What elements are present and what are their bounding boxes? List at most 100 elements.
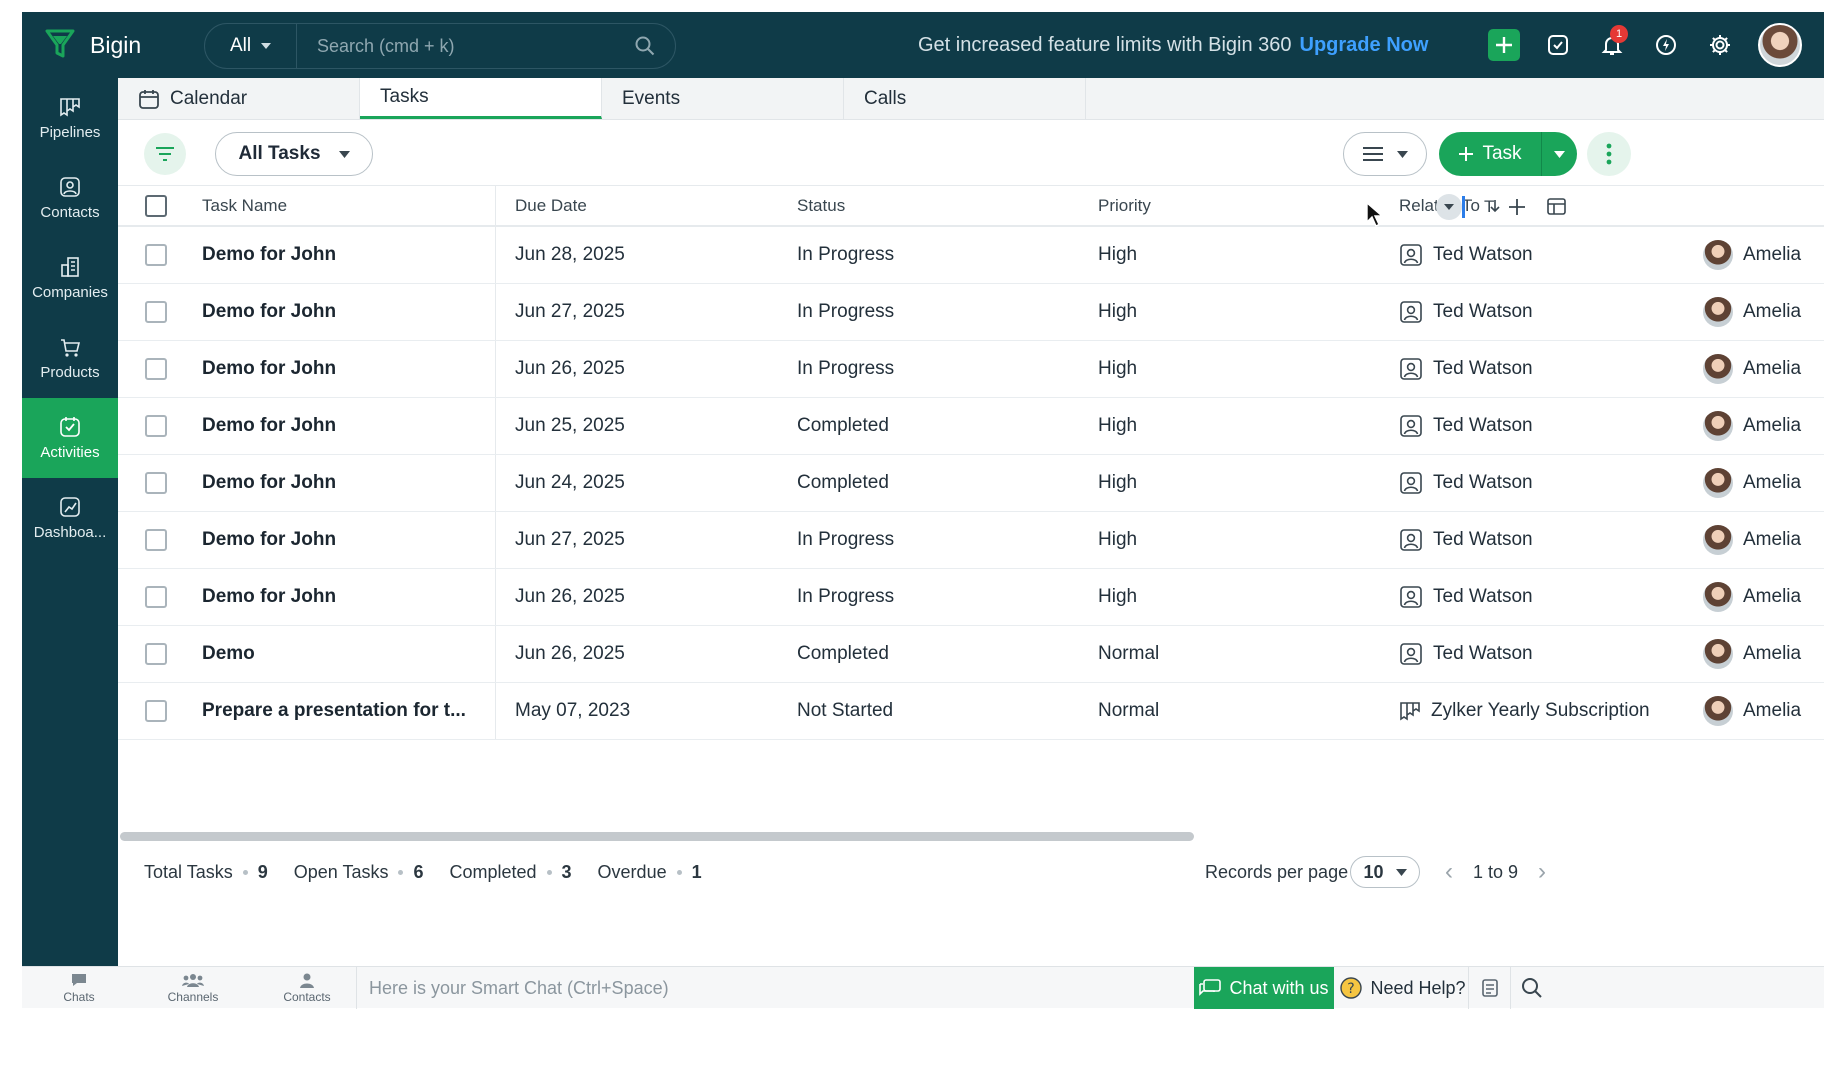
sidebar-item-products[interactable]: Products	[22, 318, 118, 398]
sidebar-item-label: Activities	[40, 443, 100, 461]
tab-events[interactable]: Events	[602, 78, 844, 119]
task-owner-cell[interactable]: Amelia	[1703, 696, 1823, 726]
search-input[interactable]: Search (cmd + k)	[297, 36, 615, 57]
table-row[interactable]: Demo Jun 26, 2025 Completed Normal Ted Watso…	[118, 626, 1824, 683]
sidebar-item-dashboards[interactable]: Dashboa...	[22, 478, 118, 558]
task-name-cell[interactable]: Demo	[194, 626, 496, 682]
row-checkbox[interactable]	[145, 643, 167, 665]
task-name-cell[interactable]: Demo for John	[194, 284, 496, 340]
chat-with-us-button[interactable]: Chat with us	[1194, 967, 1334, 1009]
tab-calls[interactable]: Calls	[844, 78, 1086, 119]
table-row[interactable]: Demo for John Jun 27, 2025 In Progress High…	[118, 284, 1824, 341]
plus-icon	[1509, 199, 1525, 215]
sidebar-item-companies[interactable]: Companies	[22, 238, 118, 318]
task-owner-cell[interactable]: Amelia	[1703, 297, 1823, 327]
add-column-button[interactable]	[1502, 192, 1532, 222]
sidebar-item-pipelines[interactable]: Pipelines	[22, 78, 118, 158]
stat-label: Total Tasks	[144, 861, 233, 882]
previous-page-icon[interactable]: ‹	[1445, 858, 1453, 886]
table-row[interactable]: Demo for John Jun 24, 2025 Completed High Te…	[118, 455, 1824, 512]
tab-tasks[interactable]: Tasks	[360, 78, 602, 119]
more-options-button[interactable]	[1587, 132, 1631, 176]
column-options-button[interactable]	[1436, 194, 1462, 220]
next-page-icon[interactable]: ›	[1538, 858, 1546, 886]
add-task-button[interactable]: Task	[1439, 143, 1541, 165]
table-settings-button[interactable]	[1542, 192, 1572, 222]
bottom-search-icon[interactable]	[1510, 967, 1552, 1009]
related-to-cell[interactable]: Ted Watson	[1399, 414, 1703, 438]
upgrade-now-link[interactable]: Upgrade Now	[1300, 34, 1429, 57]
table-row[interactable]: Prepare a presentation for t... May 07, 2…	[118, 683, 1824, 740]
task-owner-cell[interactable]: Amelia	[1703, 468, 1823, 498]
list-view-toggle[interactable]	[1343, 132, 1427, 176]
sidebar-item-activities[interactable]: Activities	[22, 398, 118, 478]
horizontal-scrollbar[interactable]	[120, 832, 1194, 841]
my-tasks-icon[interactable]	[1542, 29, 1574, 61]
task-name-cell[interactable]: Demo for John	[194, 512, 496, 568]
task-name-cell[interactable]: Demo for John	[194, 569, 496, 625]
row-checkbox[interactable]	[145, 301, 167, 323]
related-to-cell[interactable]: Ted Watson	[1399, 642, 1703, 666]
task-owner-cell[interactable]: Amelia	[1703, 525, 1823, 555]
task-view-dropdown[interactable]: All Tasks	[215, 132, 373, 176]
table-row[interactable]: Demo for John Jun 25, 2025 Completed High Te…	[118, 398, 1824, 455]
task-owner-cell[interactable]: Amelia	[1703, 354, 1823, 384]
app-logo[interactable]: Bigin	[22, 27, 141, 64]
add-task-label: Task	[1482, 143, 1522, 164]
task-name-cell[interactable]: Prepare a presentation for t...	[194, 683, 496, 739]
column-header-task-name[interactable]: Task Name	[194, 186, 496, 225]
related-to-cell[interactable]: Ted Watson	[1399, 585, 1703, 609]
task-name-cell[interactable]: Demo for John	[194, 341, 496, 397]
related-to-cell[interactable]: Ted Watson	[1399, 471, 1703, 495]
row-checkbox[interactable]	[145, 472, 167, 494]
related-to-cell[interactable]: Zylker Yearly Subscription	[1399, 700, 1703, 722]
sidebar-item-contacts[interactable]: Contacts	[22, 158, 118, 238]
quick-create-button[interactable]	[1488, 29, 1520, 61]
task-owner-cell[interactable]: Amelia	[1703, 240, 1823, 270]
activity-stream-icon[interactable]	[1650, 29, 1682, 61]
table-body: Demo for John Jun 28, 2025 In Progress High…	[118, 227, 1824, 740]
smart-chat-input[interactable]: Here is your Smart Chat (Ctrl+Space)	[356, 967, 1194, 1009]
records-per-page-select[interactable]: 10	[1350, 856, 1420, 888]
search-icon[interactable]	[615, 36, 675, 56]
add-task-options-button[interactable]	[1541, 132, 1577, 176]
notifications-bell-icon[interactable]: 1	[1596, 25, 1628, 61]
table-row[interactable]: Demo for John Jun 26, 2025 In Progress High…	[118, 569, 1824, 626]
column-resize-handle[interactable]	[1462, 196, 1465, 218]
task-owner-cell[interactable]: Amelia	[1703, 639, 1823, 669]
task-name-cell[interactable]: Demo for John	[194, 398, 496, 454]
column-header-status[interactable]: Status	[797, 196, 1098, 216]
due-date-cell: May 07, 2023	[515, 700, 631, 721]
related-to-cell[interactable]: Ted Watson	[1399, 243, 1703, 267]
row-checkbox[interactable]	[145, 358, 167, 380]
column-header-priority[interactable]: Priority	[1098, 196, 1399, 216]
filter-button[interactable]	[144, 133, 186, 175]
row-checkbox[interactable]	[145, 415, 167, 437]
row-checkbox[interactable]	[145, 700, 167, 722]
select-all-checkbox[interactable]	[145, 194, 167, 217]
bottom-chats-button[interactable]: Chats	[22, 972, 136, 1004]
row-checkbox[interactable]	[145, 586, 167, 608]
related-to-cell[interactable]: Ted Watson	[1399, 300, 1703, 324]
table-row[interactable]: Demo for John Jun 27, 2025 In Progress High…	[118, 512, 1824, 569]
task-owner-cell[interactable]: Amelia	[1703, 411, 1823, 441]
bottom-channels-button[interactable]: Channels	[136, 972, 250, 1004]
task-owner-cell[interactable]: Amelia	[1703, 582, 1823, 612]
related-to-cell[interactable]: Ted Watson	[1399, 357, 1703, 381]
related-to-cell[interactable]: Ted Watson	[1399, 528, 1703, 552]
need-help-button[interactable]: ? Need Help?	[1338, 967, 1468, 1009]
row-checkbox[interactable]	[145, 244, 167, 266]
table-row[interactable]: Demo for John Jun 28, 2025 In Progress High…	[118, 227, 1824, 284]
settings-gear-icon[interactable]	[1704, 29, 1736, 61]
user-avatar[interactable]	[1758, 23, 1802, 67]
notes-icon[interactable]	[1468, 967, 1510, 1009]
column-header-task-owner[interactable]: T	[1484, 197, 1494, 217]
column-header-due-date[interactable]: Due Date	[496, 196, 797, 216]
table-row[interactable]: Demo for John Jun 26, 2025 In Progress High…	[118, 341, 1824, 398]
row-checkbox[interactable]	[145, 529, 167, 551]
tab-calendar[interactable]: Calendar	[118, 78, 360, 119]
search-scope-dropdown[interactable]: All	[205, 24, 297, 68]
task-name-cell[interactable]: Demo for John	[194, 227, 496, 283]
task-name-cell[interactable]: Demo for John	[194, 455, 496, 511]
bottom-contacts-button[interactable]: Contacts	[250, 972, 364, 1004]
